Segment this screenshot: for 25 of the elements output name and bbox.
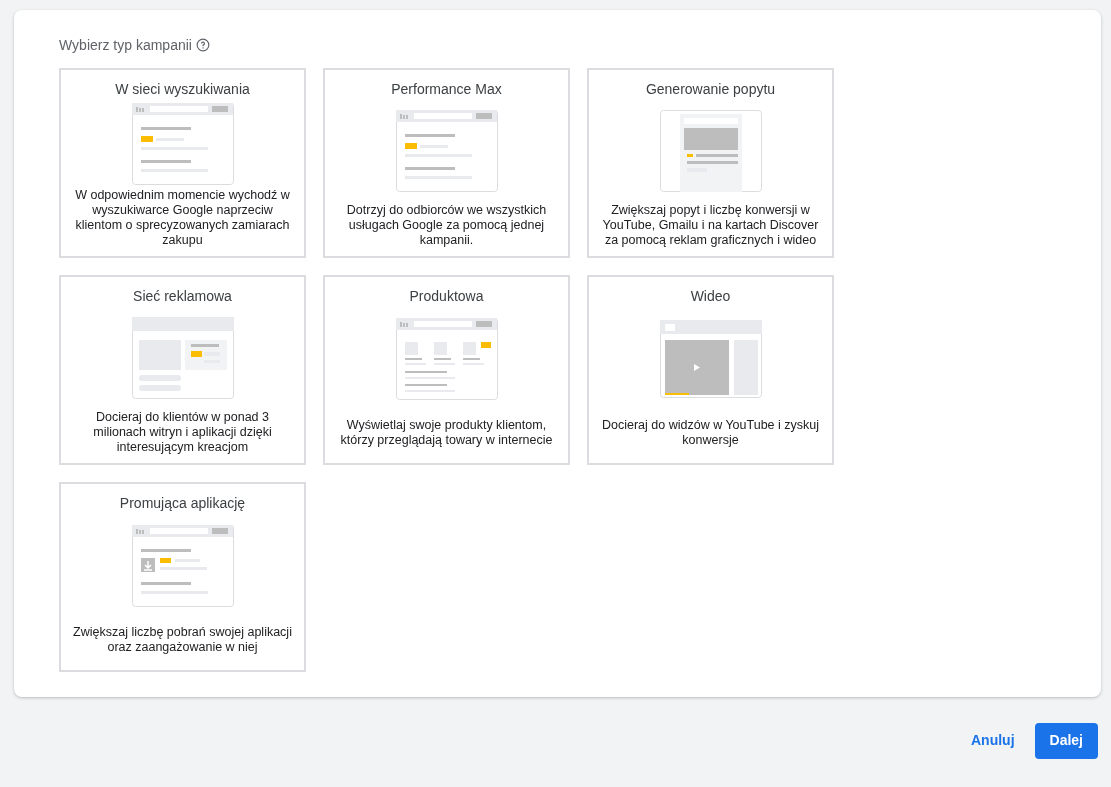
campaign-type-card[interactable]: Promująca aplikację Zwiększaj liczbę pobrań swojej aplikacji oraz zaangażowanie w niej	[59, 482, 306, 672]
campaign-type-card[interactable]: Performance Max Dotrzyj do odbiorców we wszystkich usługach Google za pomocą jednej kampanii.	[323, 68, 570, 258]
card-description: W odpowiednim momencie wychodź w wyszukiwarce Google naprzeciw klientom o sprecyzowanych zamiarach zakupu	[74, 188, 291, 249]
card-title: Performance Max	[391, 80, 502, 99]
card-description: Docieraj do widzów w YouTube i zyskuj konwersje	[601, 417, 820, 449]
card-description: Docieraj do klientów w ponad 3 milionach witryn i aplikacji dzięki interesującym kreacjom	[92, 410, 273, 456]
campaign-type-card[interactable]: W sieci wyszukiwania W odpowiednim momencie wychodź w wyszukiwarce Google naprzeciw klientom o sprecyzowanych zamiarach zakupu	[59, 68, 306, 258]
card-description: Dotrzyj do odbiorców we wszystkich usługach Google za pomocą jednej kampanii.	[345, 203, 548, 249]
campaign-type-card[interactable]: Sieć reklamowa Docieraj do klientów w ponad 3 milionach witryn i aplikacji dzięki interesującym kreacjom	[59, 275, 306, 465]
cancel-button[interactable]: Anuluj	[969, 722, 1017, 759]
campaign-type-card[interactable]: Wideo Docieraj do widzów w YouTube i zyskuj konwersje	[587, 275, 834, 465]
card-title: Produktowa	[409, 287, 484, 306]
card-title: W sieci wyszukiwania	[115, 80, 250, 99]
card-description: Zwiększaj liczbę pobrań swojej aplikacji oraz zaangażowanie w niej	[72, 624, 293, 656]
card-description: Zwiększaj popyt i liczbę konwersji w YouTube, Gmailu i na kartach Discover za pomocą reklam graficznych i wideo	[601, 203, 820, 249]
card-title: Wideo	[690, 287, 731, 306]
card-title: Generowanie popytu	[645, 80, 776, 99]
card-title: Sieć reklamowa	[133, 287, 232, 306]
campaign-type-card[interactable]: Produktowa Wyświetlaj swoje produkty klientom, którzy przeglądają towary w internecie	[323, 275, 570, 465]
next-button[interactable]: Dalej	[1034, 722, 1098, 759]
card-title: Promująca aplikację	[119, 494, 246, 513]
campaign-type-card[interactable]: Generowanie popytu Zwiększaj popyt i liczbę konwersji w YouTube, Gmailu i na kartach Discover za pomocą reklam graficznych i wideo	[587, 68, 834, 258]
card-description: Wyświetlaj swoje produkty klientom, którzy przeglądają towary w internecie	[339, 417, 554, 449]
help-icon[interactable]	[195, 38, 210, 52]
heading: Wybierz typ kampanii	[59, 35, 192, 55]
